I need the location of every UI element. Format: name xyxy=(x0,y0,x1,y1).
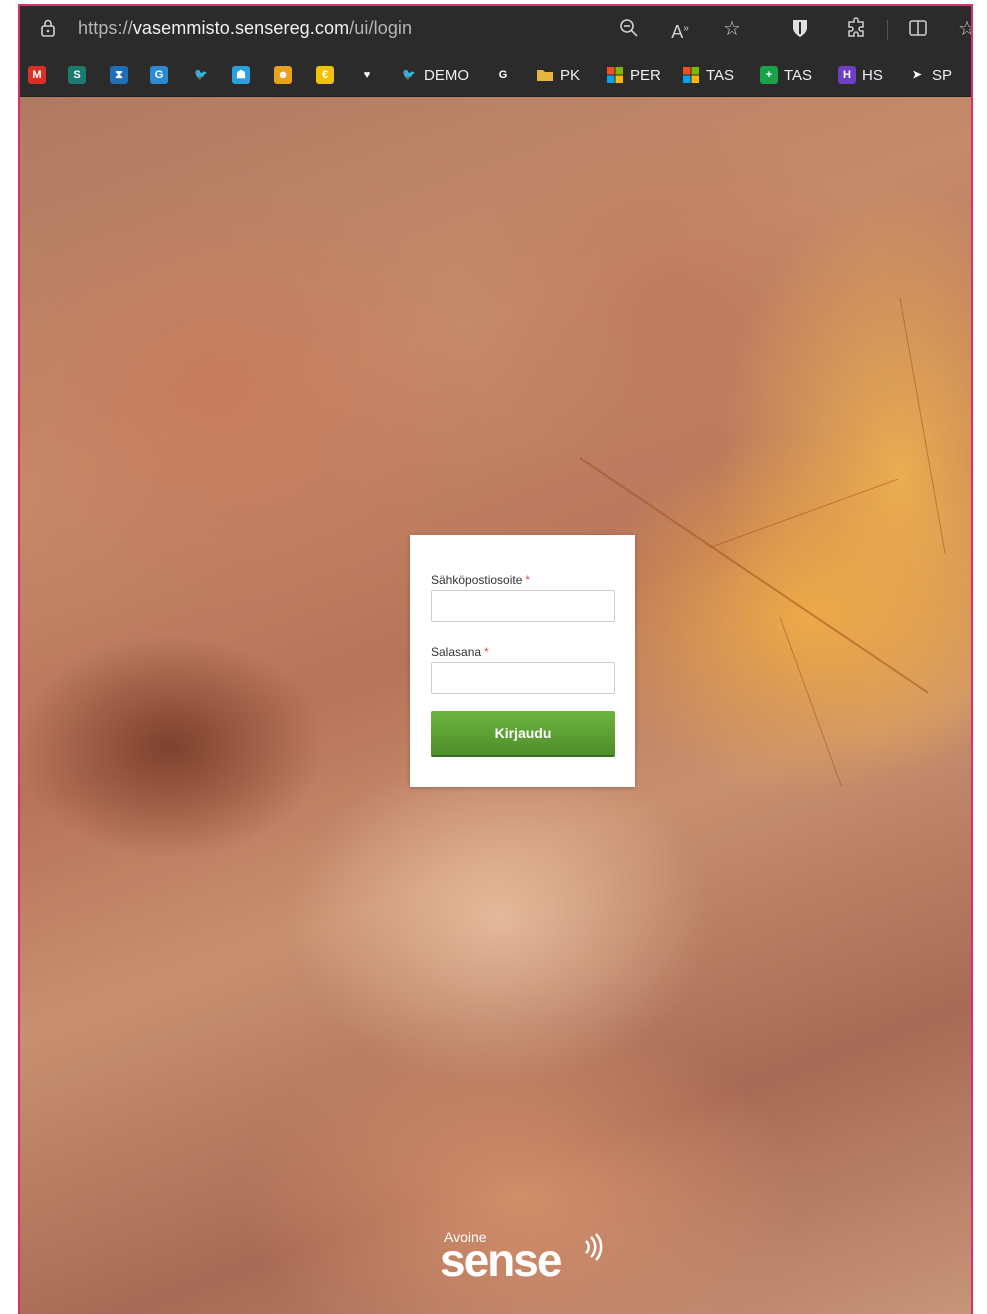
folder-icon xyxy=(536,66,554,84)
city-icon: ☗ xyxy=(232,66,250,84)
h-icon: H xyxy=(838,66,856,84)
extensions-icon[interactable] xyxy=(845,17,869,41)
leaf-vein xyxy=(779,617,843,787)
bookmark-item[interactable]: € xyxy=(316,64,334,86)
leaf-vein xyxy=(899,297,946,554)
bookmark-item[interactable]: ☗ xyxy=(232,64,250,86)
coin-icon: € xyxy=(316,66,334,84)
read-aloud-icon[interactable]: A» xyxy=(668,17,692,42)
bookmark-label: TAS xyxy=(706,66,735,84)
bookmark-label: PK xyxy=(560,66,581,84)
url-path: /ui/login xyxy=(349,18,413,38)
signal-waves-icon xyxy=(585,1233,603,1261)
bookmark-label: TAS xyxy=(784,66,813,84)
bookmark-item[interactable]: S xyxy=(68,64,86,86)
split-screen-icon[interactable] xyxy=(906,17,930,41)
bookmark-item[interactable]: G xyxy=(494,64,512,86)
favorite-star-icon[interactable]: ☆ xyxy=(720,17,744,41)
login-button[interactable]: Kirjaudu xyxy=(431,711,615,755)
zoom-icon[interactable] xyxy=(617,17,641,41)
email-field[interactable] xyxy=(431,590,615,622)
bird-icon: 🐦 xyxy=(400,66,418,84)
bookmark-item[interactable]: ➤ SP xyxy=(908,64,952,86)
lock-icon[interactable] xyxy=(40,19,56,37)
face-icon: ☻ xyxy=(274,66,292,84)
address-bar: https://vasemmisto.sensereg.com/ui/login… xyxy=(20,6,971,52)
avoine-sense-logo: Avoine sense xyxy=(440,1227,610,1287)
bookmark-item[interactable]: 🐦 DEMO xyxy=(400,64,469,86)
bookmark-item[interactable]: + TAS xyxy=(760,64,812,86)
windows-icon xyxy=(606,66,624,84)
login-form: Sähköpostiosoite * Salasana * Kirjaudu xyxy=(410,535,635,787)
bookmark-item[interactable]: 🐦 xyxy=(192,64,210,86)
bookmark-label: HS xyxy=(862,66,883,84)
telegram-icon: ➤ xyxy=(908,66,926,84)
g-icon: G xyxy=(150,66,168,84)
bookmark-item[interactable]: PK xyxy=(536,64,580,86)
g-dark-icon: G xyxy=(494,66,512,84)
email-label: Sähköpostiosoite * xyxy=(431,573,531,587)
bookmark-item[interactable]: TAS xyxy=(682,64,734,86)
bookmark-label: SP xyxy=(932,66,953,84)
bird-icon: 🐦 xyxy=(192,66,210,84)
required-marker: * xyxy=(484,645,489,659)
bookmark-item[interactable]: ⧗ xyxy=(110,64,128,86)
lips-icon: ♥ xyxy=(358,66,376,84)
windows-icon xyxy=(682,66,700,84)
hourglass-icon: ⧗ xyxy=(110,66,128,84)
bookmark-item[interactable]: ☻ xyxy=(274,64,292,86)
bookmark-item[interactable]: ♥ xyxy=(358,64,376,86)
login-page-background: Sähköpostiosoite * Salasana * Kirjaudu Avo… xyxy=(20,97,971,1314)
sharepoint-icon: S xyxy=(68,66,86,84)
favorites-icon[interactable]: ☆ xyxy=(958,17,971,41)
bookmark-item[interactable]: PER xyxy=(606,64,661,86)
bookmark-item[interactable]: G xyxy=(150,64,168,86)
toolbar-divider xyxy=(887,20,888,40)
bookmark-item[interactable]: M xyxy=(28,64,46,86)
browser-window: https://vasemmisto.sensereg.com/ui/login… xyxy=(18,4,973,1314)
url-host: vasemmisto.sensereg.com xyxy=(132,18,350,38)
bookmark-item[interactable]: H HS xyxy=(838,64,883,86)
leaf-vein xyxy=(709,478,899,548)
password-field[interactable] xyxy=(431,662,615,694)
gmail-icon: M xyxy=(28,66,46,84)
url-field[interactable]: https://vasemmisto.sensereg.com/ui/login xyxy=(78,18,412,39)
bookmarks-bar: M S ⧗ G 🐦 ☗ ☻ € ♥ 🐦 DEMO G PK PER TAS + TAS H HS ➤ SP xyxy=(20,52,971,97)
required-marker: * xyxy=(525,573,531,587)
bookmark-label: PER xyxy=(630,66,661,84)
plus-cross-icon: + xyxy=(760,66,778,84)
url-scheme: https:// xyxy=(78,18,133,38)
password-label: Salasana * xyxy=(431,645,489,659)
bookmark-label: DEMO xyxy=(424,66,469,84)
shield-icon[interactable] xyxy=(788,17,812,41)
logo-big-text: sense xyxy=(440,1234,562,1286)
